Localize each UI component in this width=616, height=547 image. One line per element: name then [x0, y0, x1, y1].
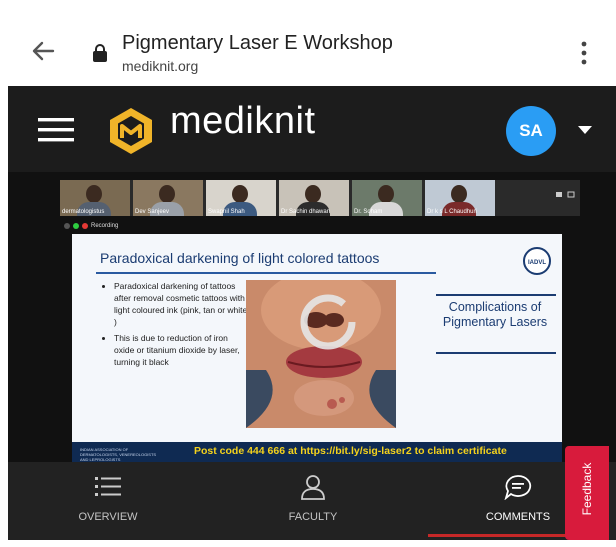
slide-bullet: Paradoxical darkening of tattoos after r…	[114, 280, 250, 328]
back-arrow-icon[interactable]	[28, 36, 58, 66]
bottom-nav: OVERVIEW FACULTY COMMENTS	[8, 462, 616, 540]
browser-bar: Pigmentary Laser E Workshop mediknit.org	[0, 0, 616, 86]
tab-label: OVERVIEW	[78, 511, 138, 523]
participant-avatar	[232, 185, 248, 203]
app-header: mediknit SA	[8, 86, 616, 172]
participant-name: Swapnil Shah	[208, 209, 245, 215]
more-options-icon[interactable]	[576, 38, 592, 68]
participant-avatar	[86, 185, 102, 203]
chevron-down-icon[interactable]	[578, 126, 592, 134]
participant-name: Dr k s L Chaudhuri	[427, 209, 477, 215]
callout-divider	[436, 294, 556, 296]
slide-bullets: Paradoxical darkening of tattoos after r…	[100, 280, 250, 372]
callout-divider	[436, 352, 556, 354]
iadvl-logo-text: IADVL	[528, 260, 546, 266]
participant-tile: Swapnil Shah	[206, 180, 276, 216]
participant-name: Dr Sachin dhawan	[281, 209, 331, 215]
hamburger-menu-icon[interactable]	[38, 116, 78, 144]
tab-label: FACULTY	[288, 511, 338, 523]
slide-callout: Complications of Pigmentary Lasers	[442, 300, 548, 329]
person-icon	[298, 474, 328, 500]
participant-tile: dermatologistus	[60, 180, 130, 216]
slide-title: Paradoxical darkening of light colored t…	[100, 250, 380, 266]
feedback-label: Feedback	[580, 462, 594, 516]
chat-icon	[503, 474, 533, 501]
certificate-text: Post code 444 666 at https://bit.ly/sig-…	[194, 445, 507, 457]
participant-tile: Dev Sanjeev	[133, 180, 203, 216]
participant-name: Dr. Soham	[354, 209, 383, 215]
participant-avatar	[378, 185, 394, 203]
view-options-icon[interactable]	[556, 186, 576, 198]
video-player[interactable]: dermatologistus Dev Sanjeev Swapnil Shah…	[8, 172, 616, 462]
association-name: INDIAN ASSOCIATION OF DERMATOLOGISTS, VE…	[80, 447, 157, 462]
lock-icon	[92, 44, 108, 62]
participant-avatar	[305, 185, 321, 203]
tab-faculty[interactable]: FACULTY	[213, 462, 413, 540]
participant-avatar	[159, 185, 175, 203]
participant-tile: Dr k s L Chaudhuri	[425, 180, 495, 216]
feedback-button[interactable]: Feedback	[565, 446, 609, 540]
participant-strip: dermatologistus Dev Sanjeev Swapnil Shah…	[60, 180, 580, 216]
slide-bullet: This is due to reduction of iron oxide o…	[114, 332, 250, 368]
loading-spinner-icon	[298, 292, 358, 352]
slide-title-underline	[96, 272, 436, 274]
list-icon	[93, 474, 123, 500]
user-avatar[interactable]: SA	[506, 106, 556, 156]
iadvl-logo-icon: IADVL	[522, 246, 552, 276]
mediknit-logo-icon[interactable]	[106, 106, 156, 156]
page-title[interactable]: Pigmentary Laser E Workshop	[122, 32, 393, 55]
recording-label: Recording	[91, 223, 119, 229]
participant-avatar	[451, 185, 467, 203]
participant-name: Dev Sanjeev	[135, 209, 170, 215]
certificate-banner: INDIAN ASSOCIATION OF DERMATOLOGISTS, VE…	[72, 442, 562, 462]
tab-overview[interactable]: OVERVIEW	[8, 462, 208, 540]
presentation-slide: Paradoxical darkening of light colored t…	[72, 234, 562, 462]
participant-tile: Dr Sachin dhawan	[279, 180, 349, 216]
logo-text[interactable]: mediknit	[170, 100, 316, 143]
recording-indicator: Recording	[64, 223, 118, 233]
page-domain[interactable]: mediknit.org	[122, 58, 198, 74]
participant-tile: Dr. Soham	[352, 180, 422, 216]
participant-name: dermatologistus	[62, 209, 105, 215]
